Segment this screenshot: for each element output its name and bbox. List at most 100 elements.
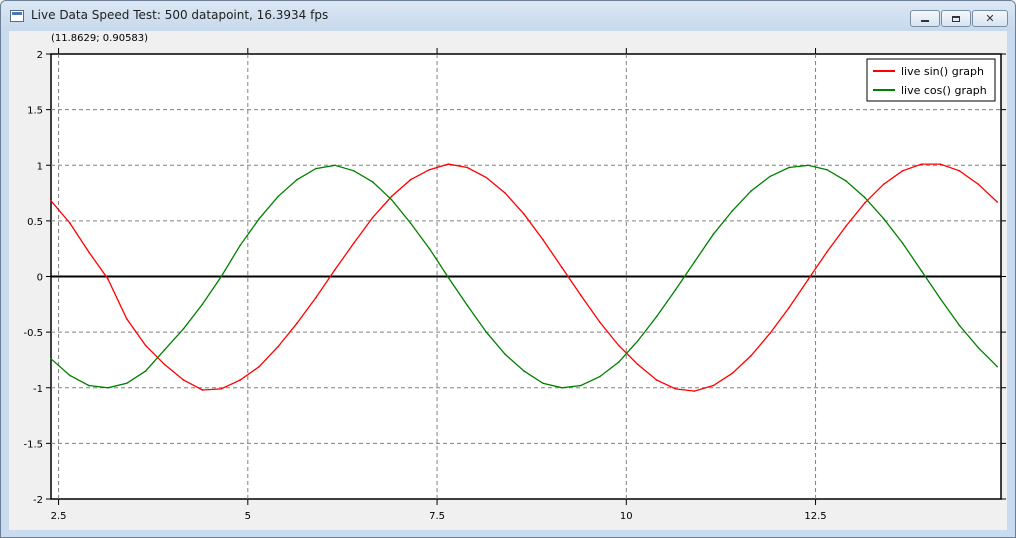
y-tick-label: -0.5 xyxy=(23,328,43,339)
y-tick-label: -1 xyxy=(33,384,43,395)
cos-data-point xyxy=(163,349,166,351)
cos-data-point xyxy=(447,276,450,279)
sin-data-point xyxy=(334,269,336,271)
maximize-button[interactable] xyxy=(941,10,971,27)
cos-data-point xyxy=(882,217,885,220)
cos-data-point xyxy=(296,178,298,181)
x-tick-label: 12.5 xyxy=(804,511,826,522)
cos-data-point xyxy=(409,222,412,224)
cos-data-point xyxy=(920,270,923,272)
cos-data-point xyxy=(712,233,715,236)
sin-data-point xyxy=(996,201,999,203)
sin-data-point xyxy=(901,170,904,172)
cos-data-point xyxy=(788,166,790,169)
sin-data-point xyxy=(69,222,71,224)
y-tick-label: 1 xyxy=(37,161,43,172)
cos-data-point xyxy=(580,384,582,387)
sin-data-point xyxy=(485,176,488,179)
cos-data-point xyxy=(69,374,71,377)
sin-data-point xyxy=(50,200,52,202)
sin-data-point xyxy=(788,306,790,309)
cos-data-point xyxy=(863,196,866,199)
cos-data-point xyxy=(182,327,185,330)
legend-label-cos: live cos() graph xyxy=(901,84,987,97)
app-window: Live Data Speed Test: 500 datapoint, 16.… xyxy=(0,0,1016,538)
sin-data-point xyxy=(845,225,847,228)
cos-data-point xyxy=(901,242,904,244)
chart[interactable]: -2 -1.5 -1 -0.5 0 0.5 1 1.5 2 2.5 5 7.5 10 12.5 live … xyxy=(9,31,1007,530)
sin-data-point xyxy=(617,344,620,347)
cos-data-point xyxy=(352,170,355,172)
sin-data-point xyxy=(428,168,431,171)
cos-data-point xyxy=(636,340,639,342)
close-button[interactable]: ✕ xyxy=(972,10,1008,27)
sin-data-point xyxy=(655,379,658,381)
cos-data-point xyxy=(617,361,620,363)
sin-data-point xyxy=(882,183,885,185)
sin-data-point xyxy=(371,216,374,219)
cos-data-point xyxy=(542,382,544,385)
sin-data-point xyxy=(826,251,828,253)
maximize-icon xyxy=(952,15,960,22)
y-tick-label: 1.5 xyxy=(27,106,43,117)
sin-data-point xyxy=(163,363,166,366)
cos-data-point xyxy=(428,247,431,250)
sin-data-point xyxy=(201,389,204,391)
cos-data-point xyxy=(201,303,204,306)
x-tick-label: 2.5 xyxy=(51,511,67,522)
cos-data-point xyxy=(769,175,771,178)
sin-data-point xyxy=(636,363,639,366)
sin-data-point xyxy=(239,379,242,381)
sin-data-point xyxy=(920,163,923,165)
sin-data-point xyxy=(296,322,298,325)
sin-data-point xyxy=(599,321,601,323)
cos-data-point xyxy=(88,384,90,387)
cos-data-point xyxy=(599,375,601,378)
cos-data-point xyxy=(977,346,980,349)
sin-data-point xyxy=(277,345,279,348)
sin-data-point xyxy=(863,202,866,204)
cos-data-point xyxy=(466,304,469,307)
cos-data-point xyxy=(277,195,279,198)
y-tick-label: 0.5 xyxy=(27,217,43,228)
cos-data-point xyxy=(258,217,260,220)
sin-data-point xyxy=(523,213,525,215)
cursor-coordinate-readout: (11.8629; 0.90583) xyxy=(51,33,149,44)
title-bar[interactable]: Live Data Speed Test: 500 datapoint, 16.… xyxy=(1,1,1015,31)
app-window-icon xyxy=(10,10,24,22)
minimize-icon xyxy=(921,20,929,22)
window-title: Live Data Speed Test: 500 datapoint, 16.… xyxy=(31,8,329,22)
cos-data-point xyxy=(106,386,109,389)
y-tick-label: -1.5 xyxy=(23,439,43,450)
sin-data-point xyxy=(693,390,696,392)
sin-data-point xyxy=(561,266,563,269)
sin-data-point xyxy=(504,192,506,194)
sin-data-point xyxy=(409,178,412,181)
sin-data-point xyxy=(352,242,355,244)
sin-data-point xyxy=(258,365,260,368)
sin-data-point xyxy=(390,195,393,198)
cos-data-point xyxy=(50,358,52,360)
cos-data-point xyxy=(485,331,488,333)
x-tick-label: 5 xyxy=(245,511,251,522)
sin-data-point xyxy=(144,344,147,347)
sin-data-point xyxy=(88,251,90,253)
x-tick-label: 10 xyxy=(620,511,633,522)
legend[interactable]: live sin() graph live cos() graph xyxy=(866,58,996,102)
sin-data-point xyxy=(731,372,734,375)
sin-data-point xyxy=(125,317,128,320)
sin-data-point xyxy=(674,388,677,390)
cos-data-point xyxy=(693,261,696,263)
cos-data-point xyxy=(826,168,828,171)
sin-data-point xyxy=(750,354,752,357)
sin-data-point xyxy=(542,238,544,241)
sin-data-point xyxy=(580,294,582,297)
cos-data-point xyxy=(807,164,809,167)
cos-data-point xyxy=(239,244,242,247)
sin-data-point xyxy=(939,163,942,165)
cos-data-point xyxy=(996,365,999,368)
cos-data-point xyxy=(371,181,374,183)
sin-data-point xyxy=(958,170,961,172)
minimize-button[interactable] xyxy=(910,10,940,27)
sin-data-point xyxy=(807,279,809,281)
